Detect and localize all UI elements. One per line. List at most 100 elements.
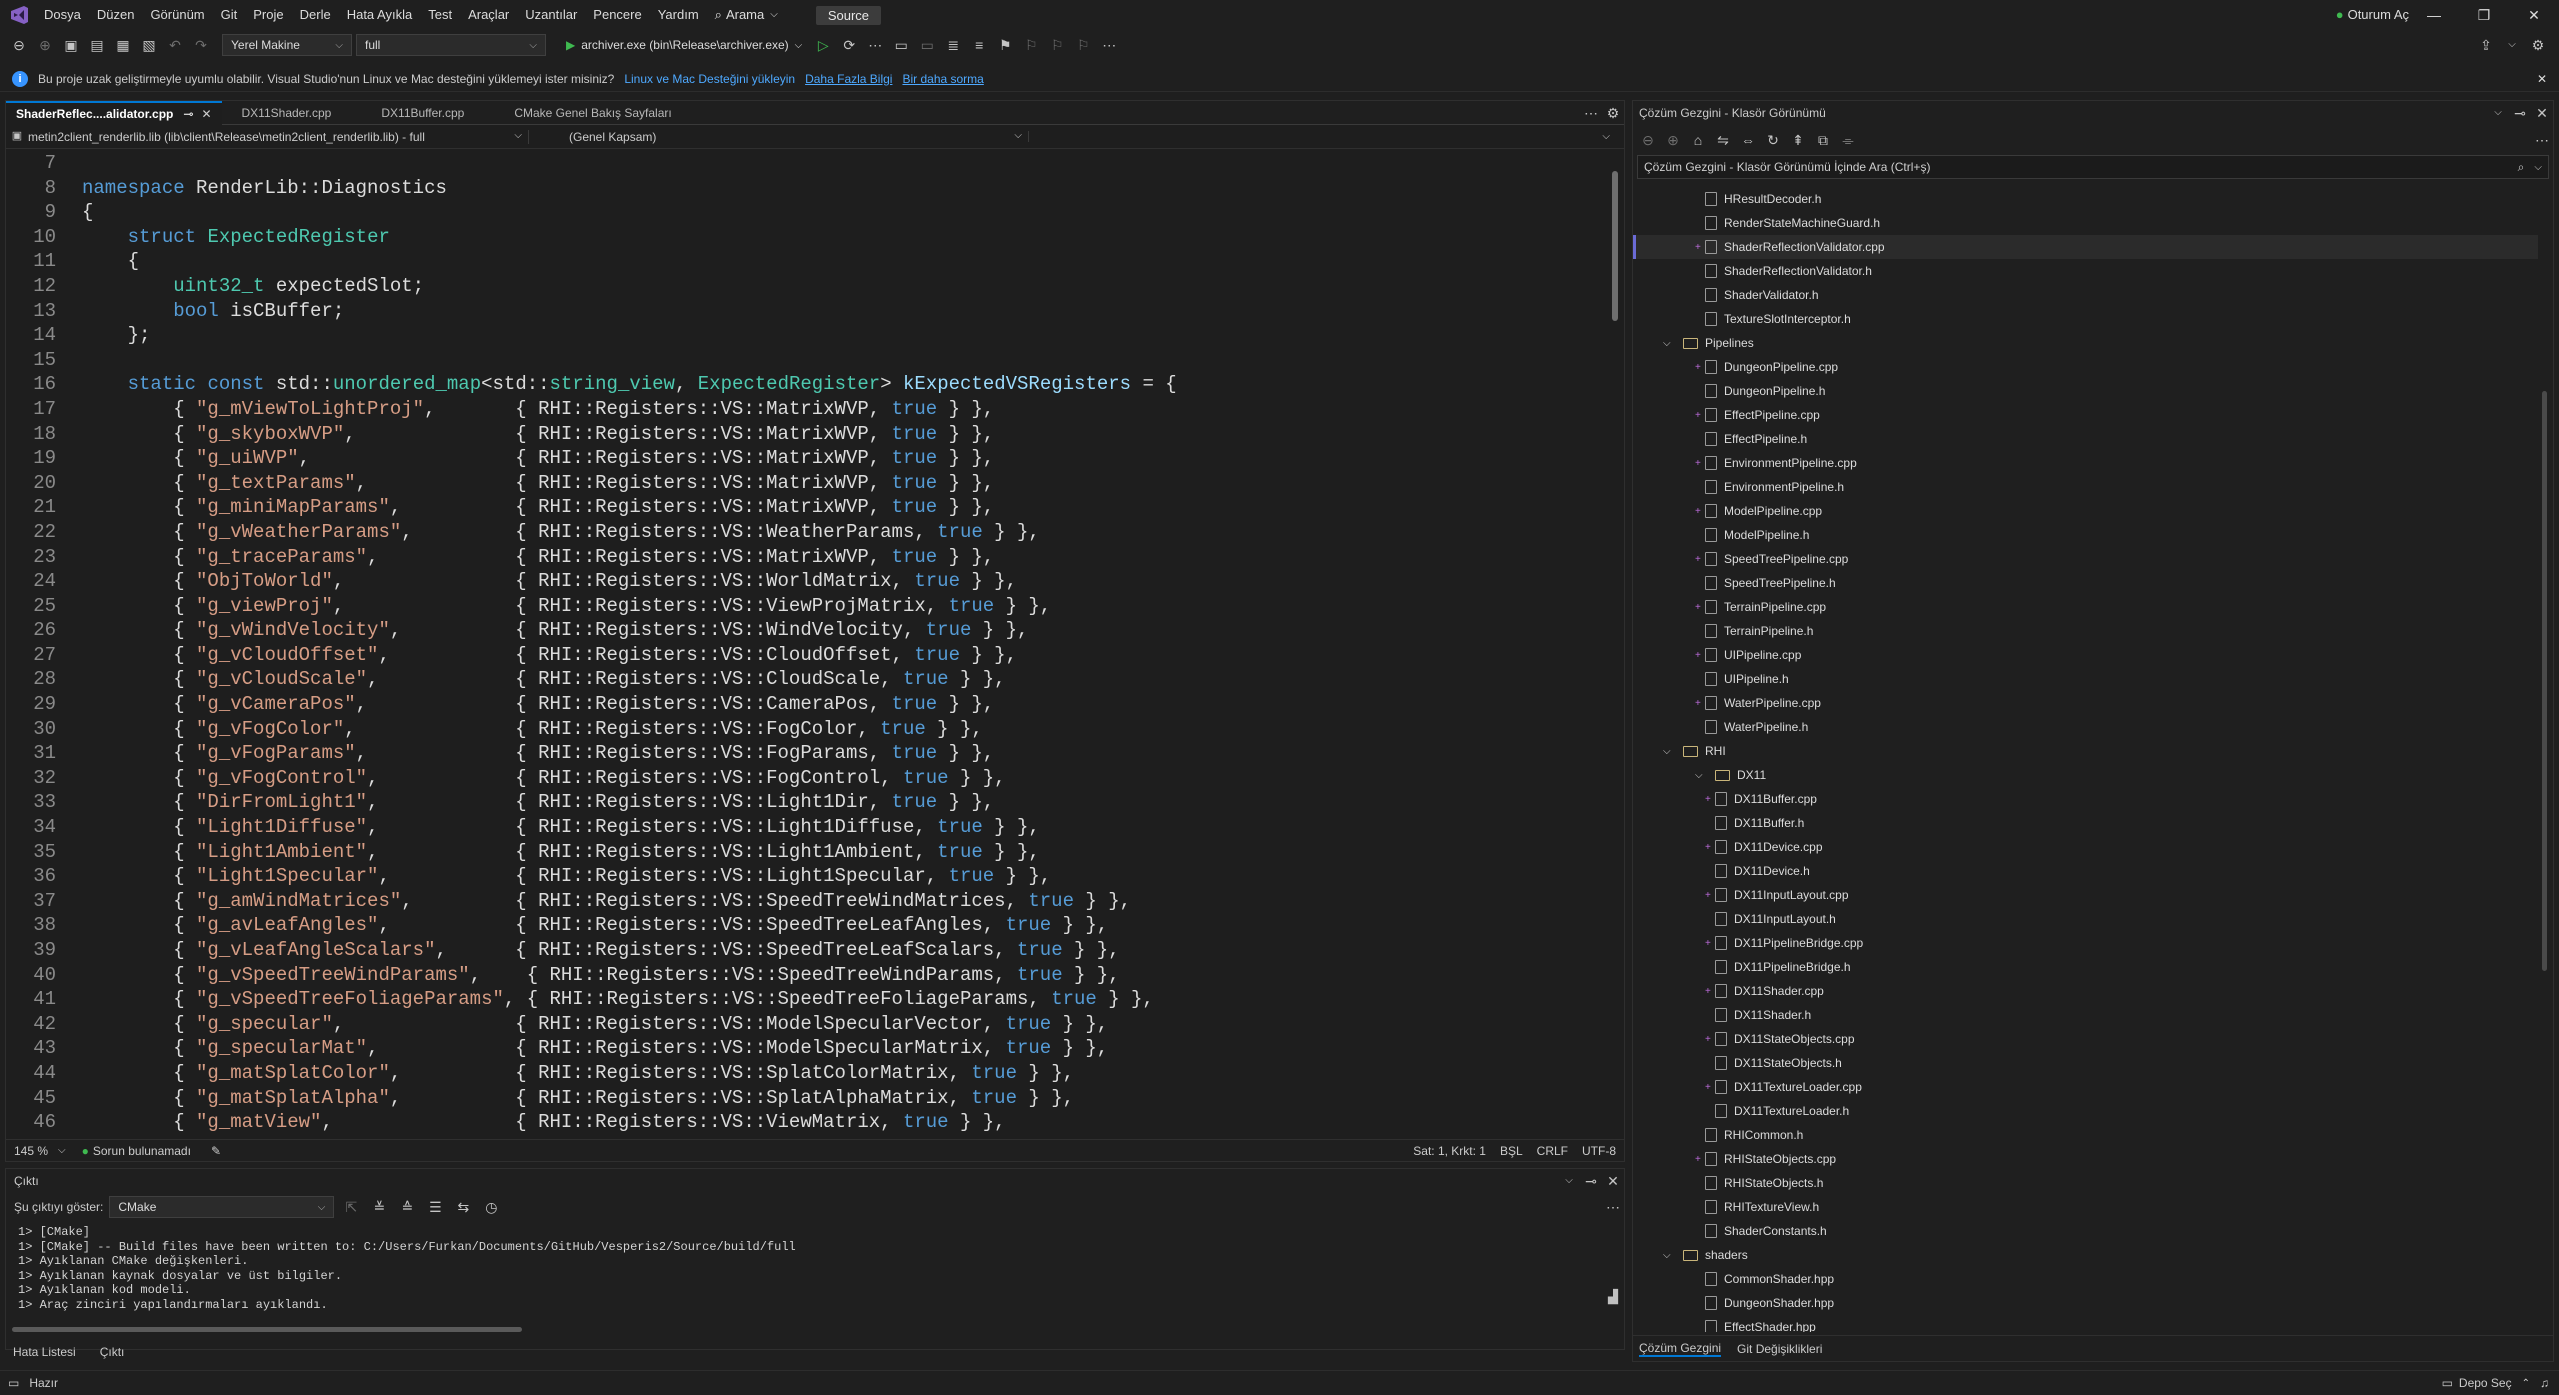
code-line[interactable]: 39 { "g_vLeafAngleScalars", { RHI::Regis… xyxy=(6,938,1598,963)
code-line[interactable]: 44 { "g_matSplatColor", { RHI::Registers… xyxy=(6,1061,1598,1086)
run-without-debug-icon[interactable]: ▷ xyxy=(812,34,834,56)
tab-dx11buffer[interactable]: DX11Buffer.cpp xyxy=(371,101,474,125)
sync-icon[interactable]: ⇔ xyxy=(1737,129,1759,151)
tree-file[interactable]: RHITextureView.h xyxy=(1633,1195,2538,1219)
tab-solution-explorer[interactable]: Çözüm Gezgini xyxy=(1639,1341,1722,1357)
tree-file[interactable]: + ShaderReflectionValidator.cpp xyxy=(1633,235,2538,259)
tree-file[interactable]: RHIStateObjects.h xyxy=(1633,1171,2538,1195)
menu-item-dosya[interactable]: Dosya xyxy=(36,0,89,30)
bookmark-icon[interactable]: ⚑ xyxy=(994,34,1016,56)
tree-folder[interactable]: ⌵ shaders xyxy=(1633,1243,2538,1267)
scroll-lock-icon[interactable]: ▟ xyxy=(1608,1289,1618,1305)
notifications-icon[interactable]: ♫ xyxy=(2540,1376,2549,1390)
code-line[interactable]: 7 xyxy=(6,151,1598,176)
tree-file[interactable]: EnvironmentPipeline.h xyxy=(1633,475,2538,499)
member-dropdown[interactable]: ⌵ xyxy=(1028,131,1624,142)
tree-folder[interactable]: ⌵ RHI xyxy=(1633,739,2538,763)
tree-file[interactable]: + SpeedTreePipeline.cpp xyxy=(1633,547,2538,571)
more-icon[interactable]: ⋯ xyxy=(1098,34,1120,56)
uncomment-icon[interactable]: ▭ xyxy=(916,34,938,56)
tree-file[interactable]: TerrainPipeline.h xyxy=(1633,619,2538,643)
code-line[interactable]: 35 { "Light1Ambient", { RHI::Registers::… xyxy=(6,840,1598,865)
tree-file[interactable]: + DX11StateObjects.cpp xyxy=(1633,1027,2538,1051)
chevron-down-icon[interactable]: ⌵ xyxy=(1663,746,1677,757)
code-line[interactable]: 21 { "g_miniMapParams", { RHI::Registers… xyxy=(6,495,1598,520)
code-line[interactable]: 23 { "g_traceParams", { RHI::Registers::… xyxy=(6,545,1598,570)
tab-error-list[interactable]: Hata Listesi xyxy=(13,1345,76,1359)
comment-icon[interactable]: ▭ xyxy=(890,34,912,56)
close-panel-icon[interactable]: ✕ xyxy=(1602,1170,1624,1192)
tree-file[interactable]: + ModelPipeline.cpp xyxy=(1633,499,2538,523)
code-line[interactable]: 9{ xyxy=(6,200,1598,225)
run-button[interactable]: ▶ archiver.exe (bin\Release\archiver.exe)… xyxy=(560,38,808,52)
clear-bookmark-icon[interactable]: ⚐ xyxy=(1072,34,1094,56)
output-text[interactable]: 1> [CMake] 1> [CMake] -- Build files have… xyxy=(18,1225,796,1312)
pin-icon[interactable]: ⊸ xyxy=(183,107,193,121)
code-line[interactable]: 22 { "g_vWeatherParams", { RHI::Register… xyxy=(6,520,1598,545)
output-horizontal-scrollbar[interactable] xyxy=(12,1327,522,1332)
tree-file[interactable]: + TerrainPipeline.cpp xyxy=(1633,595,2538,619)
code-line[interactable]: 36 { "Light1Specular", { RHI::Registers:… xyxy=(6,864,1598,889)
never-ask-link[interactable]: Bir daha sorma xyxy=(902,72,983,86)
code-line[interactable]: 45 { "g_matSplatAlpha", { RHI::Registers… xyxy=(6,1086,1598,1111)
tree-file[interactable]: DX11PipelineBridge.h xyxy=(1633,955,2538,979)
code-line[interactable]: 13 bool isCBuffer; xyxy=(6,299,1598,324)
code-line[interactable]: 12 uint32_t expectedSlot; xyxy=(6,274,1598,299)
search-icon[interactable]: ⌕ xyxy=(2518,160,2525,175)
repo-select[interactable]: Depo Seç xyxy=(2459,1376,2512,1390)
pin-icon[interactable]: ⊸ xyxy=(1580,1170,1602,1192)
next-message-icon[interactable]: ≙ xyxy=(396,1196,418,1218)
close-tab-icon[interactable]: ✕ xyxy=(201,107,211,121)
tree-file[interactable]: RHICommon.h xyxy=(1633,1123,2538,1147)
code-line[interactable]: 24 { "ObjToWorld", { RHI::Registers::VS:… xyxy=(6,569,1598,594)
tree-file[interactable]: + DX11TextureLoader.cpp xyxy=(1633,1075,2538,1099)
code-line[interactable]: 29 { "g_vCameraPos", { RHI::Registers::V… xyxy=(6,692,1598,717)
code-line[interactable]: 16 static const std::unordered_map<std::… xyxy=(6,372,1598,397)
tree-file[interactable]: DungeonPipeline.h xyxy=(1633,379,2538,403)
menu-item-git[interactable]: Git xyxy=(213,0,246,30)
next-bookmark-icon[interactable]: ⚐ xyxy=(1046,34,1068,56)
word-wrap-icon[interactable]: ⇆ xyxy=(452,1196,474,1218)
menu-item-hata-ayikla[interactable]: Hata Ayıkla xyxy=(339,0,421,30)
save-icon[interactable]: ▦ xyxy=(112,34,134,56)
pin-icon[interactable]: ⊸ xyxy=(2509,102,2531,124)
code-line[interactable]: 25 { "g_viewProj", { RHI::Registers::VS:… xyxy=(6,594,1598,619)
tab-cmake-overview[interactable]: CMake Genel Bakış Sayfaları xyxy=(504,101,681,125)
whitespace-mode[interactable]: BŞL xyxy=(1500,1144,1523,1158)
more-icon[interactable]: ⋯ xyxy=(864,34,886,56)
tree-file[interactable]: DX11InputLayout.h xyxy=(1633,907,2538,931)
close-window-icon[interactable]: ✕ xyxy=(2509,7,2559,24)
target-machine-select[interactable]: Yerel Makine ⌵ xyxy=(222,34,352,56)
redo-icon[interactable]: ↷ xyxy=(190,34,212,56)
open-file-icon[interactable]: ▤ xyxy=(86,34,108,56)
scrollbar-thumb[interactable] xyxy=(1612,171,1618,321)
tree-file[interactable]: DX11Device.h xyxy=(1633,859,2538,883)
menu-item-proje[interactable]: Proje xyxy=(245,0,291,30)
more-icon[interactable]: ⋯ xyxy=(2531,129,2553,151)
project-dropdown[interactable]: metin2client_renderlib.lib (lib\client\R… xyxy=(28,130,528,144)
home-icon[interactable]: ⌂ xyxy=(1687,129,1709,151)
output-source-select[interactable]: CMake ⌵ xyxy=(109,1196,335,1218)
configuration-select[interactable]: full ⌵ xyxy=(356,34,546,56)
indent-icon[interactable]: ≣ xyxy=(942,34,964,56)
tree-file[interactable]: + WaterPipeline.cpp xyxy=(1633,691,2538,715)
tree-folder[interactable]: ⌵ DX11 xyxy=(1633,763,2538,787)
chevron-down-icon[interactable]: ⌵ xyxy=(1663,1250,1677,1261)
code-line[interactable]: 42 { "g_specular", { RHI::Registers::VS:… xyxy=(6,1012,1598,1037)
tree-file[interactable]: + UIPipeline.cpp xyxy=(1633,643,2538,667)
undo-icon[interactable]: ↶ xyxy=(164,34,186,56)
search-menu[interactable]: ⌕ Arama ⌵ xyxy=(707,0,786,30)
code-line[interactable]: 18 { "g_skyboxWVP", { RHI::Registers::VS… xyxy=(6,422,1598,447)
code-line[interactable]: 31 { "g_vFogParams", { RHI::Registers::V… xyxy=(6,741,1598,766)
sign-in-button[interactable]: ● Oturum Aç xyxy=(2336,0,2409,30)
tree-file[interactable]: + EffectPipeline.cpp xyxy=(1633,403,2538,427)
code-line[interactable]: 11 { xyxy=(6,249,1598,274)
menu-item-derle[interactable]: Derle xyxy=(292,0,339,30)
properties-icon[interactable]: ⌯ xyxy=(1837,129,1859,151)
tab-git-changes[interactable]: Git Değişiklikleri xyxy=(1737,1342,1822,1356)
settings-icon[interactable]: ⚙ xyxy=(2527,34,2549,56)
tree-file[interactable]: EffectPipeline.h xyxy=(1633,427,2538,451)
code-line[interactable]: 41 { "g_vSpeedTreeFoliageParams", { RHI:… xyxy=(6,987,1598,1012)
chevron-down-icon[interactable]: ⌵ xyxy=(1695,770,1709,781)
tree-file[interactable]: HResultDecoder.h xyxy=(1633,187,2538,211)
